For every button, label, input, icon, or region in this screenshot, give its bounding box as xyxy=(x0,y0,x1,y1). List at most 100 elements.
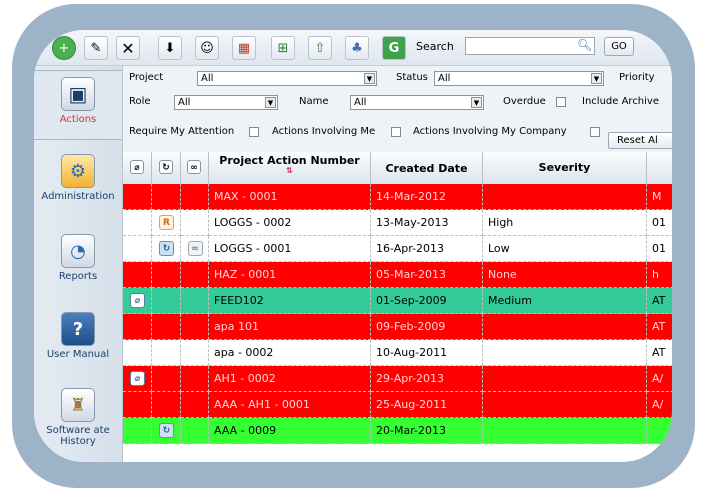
involving-company-checkbox[interactable] xyxy=(590,127,600,137)
header-project-action-number[interactable]: Project Action Number ⇅ xyxy=(209,152,371,184)
chevron-down-icon: ▼ xyxy=(471,97,482,108)
cell-created: 10-Aug-2011 xyxy=(371,340,483,366)
cell-number: LOGGS - 0001 xyxy=(209,236,371,262)
header-severity[interactable]: Severity xyxy=(483,152,647,184)
project-label: Project xyxy=(129,72,164,83)
cell-severity: Medium xyxy=(483,288,647,314)
table-row[interactable]: apa - 0002 10-Aug-2011 AT xyxy=(123,340,672,366)
require-attention-checkbox[interactable] xyxy=(249,127,259,137)
gears-icon: ⚙ xyxy=(61,154,95,188)
refresh-icon: ↻ xyxy=(159,160,173,174)
group-icon[interactable]: ♣ xyxy=(345,36,369,60)
edit-icon[interactable]: ✎ xyxy=(84,36,108,60)
table-row[interactable]: MAX - 0001 14-Mar-2012 M xyxy=(123,184,672,210)
table-row[interactable]: HAZ - 0001 05-Mar-2013 None h xyxy=(123,262,672,288)
status-select[interactable]: All ▼ xyxy=(434,71,604,86)
cell-icon: ⌀ xyxy=(123,288,152,314)
cell-created: 13-May-2013 xyxy=(371,210,483,236)
cell-icon xyxy=(123,340,152,366)
cell-icon xyxy=(123,314,152,340)
refresh-icon[interactable]: ↻ xyxy=(159,241,174,256)
involving-me-checkbox[interactable] xyxy=(391,127,401,137)
cell-severity: None xyxy=(483,262,647,288)
chevron-down-icon: ▼ xyxy=(591,73,602,84)
cell-severity xyxy=(483,340,647,366)
delete-icon[interactable]: ✕ xyxy=(116,36,140,60)
cell-icon xyxy=(123,392,152,418)
table-row[interactable]: AAA - AH1 - 0001 25-Aug-2011 A/ xyxy=(123,392,672,418)
cell-extra: 01 xyxy=(647,210,672,236)
table-row[interactable]: ⌀ FEED102 01-Sep-2009 Medium AT xyxy=(123,288,672,314)
sidebar-item-reports[interactable]: ◔ Reports xyxy=(34,234,122,282)
cell-number: FEED102 xyxy=(209,288,371,314)
header-attachment[interactable]: ⌀ xyxy=(123,152,152,184)
cell-icon xyxy=(123,418,152,444)
cell-severity: High xyxy=(483,210,647,236)
refresh-icon[interactable]: G xyxy=(382,36,406,60)
table-row[interactable]: apa 101 09-Feb-2009 AT xyxy=(123,314,672,340)
name-select[interactable]: All ▼ xyxy=(350,95,484,110)
cell-icon xyxy=(152,366,181,392)
table-row[interactable]: ↻ ∞ LOGGS - 0001 16-Apr-2013 Low 01 xyxy=(123,236,672,262)
cell-created: 20-Mar-2013 xyxy=(371,418,483,444)
search-icon[interactable]: 🔍︎ xyxy=(577,38,592,52)
cell-number: apa - 0002 xyxy=(209,340,371,366)
header-link[interactable]: ∞ xyxy=(181,152,209,184)
cell-number: MAX - 0001 xyxy=(209,184,371,210)
link-icon: ∞ xyxy=(187,160,201,174)
header-refresh[interactable]: ↻ xyxy=(152,152,181,184)
cell-extra: AT xyxy=(647,314,672,340)
add-icon[interactable]: + xyxy=(52,36,76,60)
cell-icon xyxy=(181,314,209,340)
export-icon[interactable]: ⬇ xyxy=(158,36,182,60)
history-icon: ♜ xyxy=(61,388,95,422)
cell-icon xyxy=(181,366,209,392)
sidebar-item-label: Administration xyxy=(41,191,115,202)
cell-icon xyxy=(181,288,209,314)
sidebar-item-software-history[interactable]: ♜ Software ate History xyxy=(34,388,122,447)
header-extra[interactable] xyxy=(647,152,672,184)
actions-grid: ⌀ ↻ ∞ Project Action Number ⇅ Created Da… xyxy=(123,152,672,462)
sidebar-item-administration[interactable]: ⚙ Administration xyxy=(34,154,122,202)
table-row[interactable]: ↻ AAA - 0009 20-Mar-2013 xyxy=(123,418,672,444)
cell-severity xyxy=(483,392,647,418)
reset-button[interactable]: Reset Al xyxy=(608,132,672,149)
upload-icon[interactable]: ⇧ xyxy=(308,36,332,60)
go-button[interactable]: GO xyxy=(604,37,634,56)
cell-number: HAZ - 0001 xyxy=(209,262,371,288)
cell-icon xyxy=(152,340,181,366)
cell-icon xyxy=(123,210,152,236)
cell-icon xyxy=(123,236,152,262)
cell-created: 14-Mar-2012 xyxy=(371,184,483,210)
sidebar-item-user-manual[interactable]: ? User Manual xyxy=(34,312,122,360)
sidebar: ▣ Actions ⚙ Administration ◔ Reports ? U… xyxy=(34,66,123,462)
attach-icon[interactable]: ⌀ xyxy=(130,371,145,386)
attach-icon[interactable]: ⌀ xyxy=(130,293,145,308)
cell-created: 09-Feb-2009 xyxy=(371,314,483,340)
header-label: Created Date xyxy=(385,162,468,175)
cell-icon xyxy=(181,262,209,288)
refresh-icon[interactable]: ↻ xyxy=(159,423,174,438)
sidebar-item-actions[interactable]: ▣ Actions xyxy=(34,70,122,140)
table-row[interactable]: R LOGGS - 0002 13-May-2013 High 01 xyxy=(123,210,672,236)
sidebar-item-label: User Manual xyxy=(46,349,110,360)
project-select[interactable]: All ▼ xyxy=(197,71,377,86)
cell-extra xyxy=(647,418,672,444)
cell-icon xyxy=(123,262,152,288)
header-created-date[interactable]: Created Date xyxy=(371,152,483,184)
link-icon[interactable]: ∞ xyxy=(187,241,203,256)
actions-icon: ▣ xyxy=(61,77,95,111)
calendar-icon[interactable]: ▦ xyxy=(232,36,256,60)
search-input[interactable] xyxy=(465,37,595,55)
cell-icon: ↻ xyxy=(152,418,181,444)
role-select[interactable]: All ▼ xyxy=(174,95,278,110)
r-icon[interactable]: R xyxy=(159,215,174,230)
excel-icon[interactable]: ⊞ xyxy=(271,36,295,60)
table-row[interactable]: ⌀ AH1 - 0002 29-Apr-2013 A/ xyxy=(123,366,672,392)
overdue-checkbox[interactable] xyxy=(556,97,566,107)
cell-extra: AT xyxy=(647,288,672,314)
cell-icon xyxy=(152,288,181,314)
paperclip-icon: ⌀ xyxy=(130,160,144,174)
cell-icon xyxy=(152,314,181,340)
people-icon[interactable]: ☺ xyxy=(195,36,219,60)
